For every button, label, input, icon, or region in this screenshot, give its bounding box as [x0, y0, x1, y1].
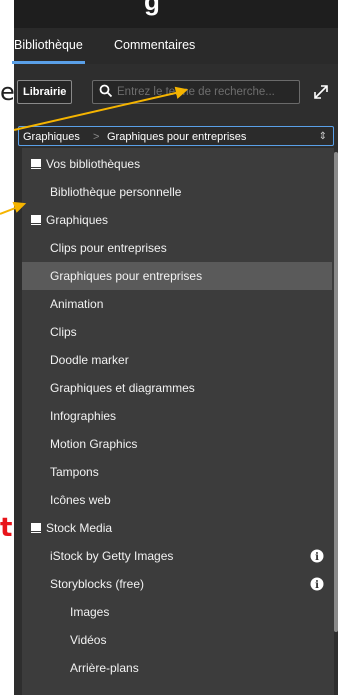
list-item-label: Images [70, 605, 110, 619]
search-box[interactable] [92, 80, 300, 104]
library-tree-list: Vos bibliothèques Bibliothèque personnell… [22, 148, 338, 695]
scrollbar-thumb[interactable] [334, 152, 338, 632]
list-item[interactable]: Storyblocks (free) i [22, 570, 332, 598]
list-item[interactable]: Arrière-plans [22, 654, 332, 682]
list-item[interactable]: Tampons [22, 458, 332, 486]
breadcrumb-current: Graphiques pour entreprises [107, 131, 247, 143]
breadcrumb-separator: > [93, 131, 100, 143]
list-item-label: Clips [50, 325, 77, 339]
list-item-label: Bibliothèque personnelle [50, 185, 182, 199]
list-item[interactable]: Animation [22, 290, 332, 318]
list-item[interactable]: Vidéos [22, 626, 332, 654]
list-item-label: Animation [50, 297, 104, 311]
list-item-label: Vidéos [70, 633, 107, 647]
book-icon [31, 215, 41, 225]
book-icon [31, 523, 41, 533]
list-item[interactable]: Bibliothèque personnelle [22, 178, 332, 206]
list-item-label: Infographies [50, 409, 117, 423]
annotation-letter-e: e [0, 78, 15, 106]
list-item[interactable]: Graphiques et diagrammes [22, 374, 332, 402]
list-item-label: iStock by Getty Images [50, 549, 174, 563]
list-item-label: Graphiques et diagrammes [50, 381, 195, 395]
list-item-label: Stock Media [46, 521, 113, 535]
svg-text:i: i [315, 580, 319, 591]
updown-chevron-icon: ⇕ [318, 131, 327, 142]
list-item-label: Clips pour entreprises [50, 241, 167, 255]
category-dropdown[interactable]: Graphiques > Graphiques pour entreprises… [18, 126, 334, 146]
info-icon[interactable]: i [310, 577, 324, 591]
svg-text:i: i [315, 552, 319, 563]
list-item-label: Graphiques [46, 213, 109, 227]
list-item[interactable]: Images [22, 598, 332, 626]
library-panel: g Bibliothèque Commentaires Librairie Gr… [12, 0, 338, 695]
library-button[interactable]: Librairie [17, 80, 73, 104]
list-item[interactable]: Vos bibliothèques [22, 150, 332, 178]
search-row: Librairie [14, 64, 338, 124]
list-item-label: Graphiques pour entreprises [50, 269, 203, 283]
breadcrumb-root: Graphiques [23, 131, 80, 143]
list-item[interactable]: Graphiques pour entreprises [22, 262, 332, 290]
list-item-label: Arrière-plans [70, 661, 139, 675]
info-icon[interactable]: i [310, 549, 324, 563]
list-item[interactable]: Infographies [22, 402, 332, 430]
list-item-label: Tampons [50, 465, 99, 479]
list-item-label: Storyblocks (free) [50, 577, 145, 591]
list-scrollbar[interactable] [334, 148, 338, 695]
list-item[interactable]: Clips pour entreprises [22, 234, 332, 262]
top-fragment: g [144, 0, 160, 16]
search-input[interactable] [117, 82, 295, 102]
list-item-label: Motion Graphics [50, 437, 138, 451]
list-item[interactable]: Graphiques [22, 206, 332, 234]
top-bar: g [14, 0, 338, 28]
tab-bar: Bibliothèque Commentaires [12, 28, 338, 64]
list-item[interactable]: Clips [22, 318, 332, 346]
list-item-label: Vos bibliothèques [46, 157, 141, 171]
list-item-label: Icônes web [50, 493, 111, 507]
tab-commentaires[interactable]: Commentaires [114, 38, 195, 52]
list-item[interactable]: iStock by Getty Images i [22, 542, 332, 570]
annotation-letter-t: t [0, 513, 13, 543]
search-icon [99, 84, 113, 98]
list-item-label: Doodle marker [50, 353, 129, 367]
list-item[interactable]: Doodle marker [22, 346, 332, 374]
tab-bibliotheque[interactable]: Bibliothèque [12, 38, 85, 64]
list-item[interactable]: Stock Media [22, 514, 332, 542]
list-item[interactable]: Motion Graphics [22, 430, 332, 458]
book-icon [31, 159, 41, 169]
expand-icon[interactable] [311, 82, 331, 102]
list-item[interactable]: Icônes web [22, 486, 332, 514]
